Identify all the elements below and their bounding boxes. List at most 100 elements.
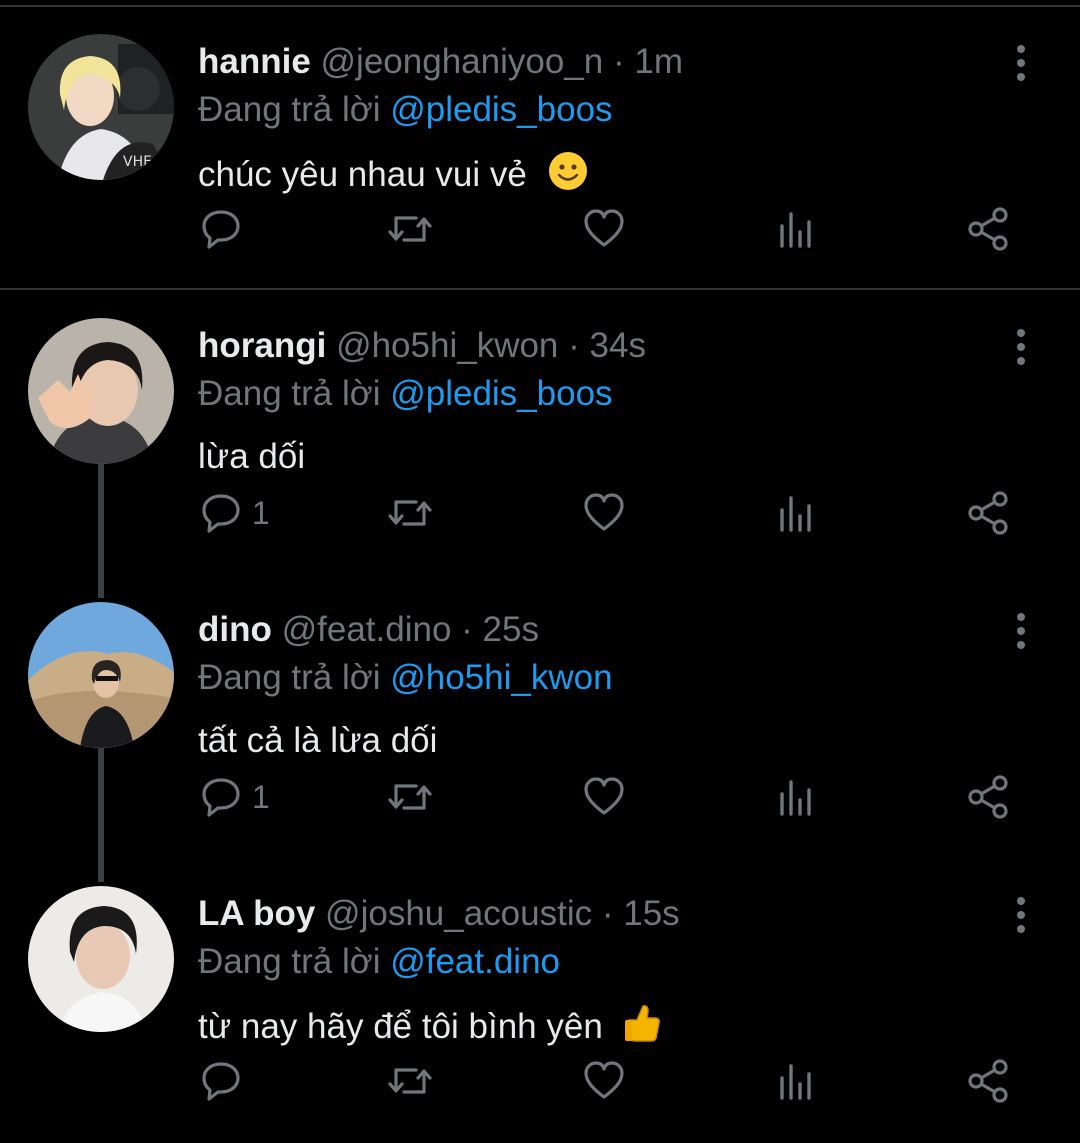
tweet-text: lừa dối bbox=[198, 434, 305, 480]
like-button[interactable] bbox=[582, 206, 626, 252]
reply-button[interactable]: 1 bbox=[200, 490, 270, 536]
tweet-text-content: tất cả là lừa dối bbox=[198, 721, 438, 760]
tweet-hannie[interactable]: VHE hannie @jeonghaniyoo_n · 1m Đang trả… bbox=[0, 10, 1080, 290]
like-button[interactable] bbox=[582, 490, 626, 536]
svg-text:VHE: VHE bbox=[123, 154, 152, 170]
retweet-icon bbox=[388, 500, 432, 526]
username[interactable]: @feat.dino bbox=[282, 610, 452, 649]
share-button[interactable] bbox=[966, 774, 1012, 820]
more-options-icon[interactable] bbox=[1006, 328, 1036, 368]
smiling-face-icon bbox=[547, 150, 589, 204]
timestamp[interactable]: 25s bbox=[483, 610, 539, 649]
share-icon bbox=[968, 775, 1008, 819]
share-button[interactable] bbox=[966, 206, 1012, 252]
avatar[interactable] bbox=[28, 602, 174, 748]
action-bar bbox=[0, 1058, 1080, 1104]
tweet-dino[interactable]: dino @feat.dino · 25s Đang trả lời @ho5h… bbox=[0, 578, 1080, 858]
timestamp[interactable]: 15s bbox=[623, 894, 679, 933]
reply-count: 1 bbox=[252, 494, 270, 531]
display-name[interactable]: hannie bbox=[198, 42, 311, 81]
top-divider bbox=[0, 5, 1080, 7]
separator-dot: · bbox=[461, 610, 473, 649]
replying-to: Đang trả lời @ho5hi_kwon bbox=[198, 656, 613, 700]
avatar[interactable]: VHE bbox=[28, 34, 174, 180]
analytics-icon bbox=[780, 780, 811, 816]
reply-button[interactable] bbox=[200, 206, 252, 252]
username[interactable]: @joshu_acoustic bbox=[325, 894, 592, 933]
share-icon bbox=[968, 207, 1008, 251]
thumbs-up-icon bbox=[623, 1002, 661, 1056]
replying-to: Đang trả lời @pledis_boos bbox=[198, 372, 613, 416]
display-name[interactable]: dino bbox=[198, 610, 272, 649]
more-options-icon[interactable] bbox=[1006, 612, 1036, 652]
share-icon bbox=[968, 491, 1008, 535]
reply-icon bbox=[202, 494, 240, 533]
reply-mention[interactable]: @ho5hi_kwon bbox=[390, 658, 612, 697]
action-bar bbox=[0, 206, 1080, 252]
reply-icon bbox=[202, 778, 240, 817]
retweet-button[interactable] bbox=[386, 774, 434, 820]
retweet-button[interactable] bbox=[386, 1058, 434, 1104]
retweet-button[interactable] bbox=[386, 490, 434, 536]
analytics-icon bbox=[780, 1064, 811, 1100]
tweet-header: hannie @jeonghaniyoo_n · 1m bbox=[198, 40, 683, 84]
replying-to: Đang trả lời @feat.dino bbox=[198, 940, 560, 984]
analytics-button[interactable] bbox=[776, 774, 816, 820]
retweet-icon bbox=[388, 216, 432, 242]
username[interactable]: @jeonghaniyoo_n bbox=[321, 42, 604, 81]
share-button[interactable] bbox=[966, 1058, 1012, 1104]
replying-to: Đang trả lời @pledis_boos bbox=[198, 88, 613, 132]
reply-mention[interactable]: @feat.dino bbox=[390, 942, 560, 981]
heart-icon bbox=[584, 209, 624, 247]
tweet-header: horangi @ho5hi_kwon · 34s bbox=[198, 324, 646, 368]
tweet-header: dino @feat.dino · 25s bbox=[198, 608, 539, 652]
tweet-text: tất cả là lừa dối bbox=[198, 718, 437, 764]
analytics-button[interactable] bbox=[776, 1058, 816, 1104]
like-button[interactable] bbox=[582, 1058, 626, 1104]
heart-icon bbox=[584, 1061, 624, 1099]
analytics-button[interactable] bbox=[776, 206, 816, 252]
like-button[interactable] bbox=[582, 774, 626, 820]
separator-dot: · bbox=[568, 326, 580, 365]
timestamp[interactable]: 34s bbox=[590, 326, 646, 365]
retweet-icon bbox=[388, 784, 432, 810]
tweet-divider bbox=[0, 288, 1080, 290]
tweet-text-content: từ nay hãy để tôi bình yên bbox=[198, 1007, 603, 1046]
tweet-header: LA boy @joshu_acoustic · 15s bbox=[198, 892, 680, 936]
reply-button[interactable] bbox=[200, 1058, 252, 1104]
action-bar: 1 bbox=[0, 490, 1080, 536]
reply-prefix: Đang trả lời bbox=[198, 658, 381, 697]
tweet-text-content: chúc yêu nhau vui vẻ bbox=[198, 155, 527, 194]
separator-dot: · bbox=[601, 894, 614, 933]
reply-icon bbox=[202, 210, 240, 249]
analytics-button[interactable] bbox=[776, 490, 816, 536]
tweet-text: từ nay hãy để tôi bình yên bbox=[198, 1002, 661, 1056]
retweet-button[interactable] bbox=[386, 206, 434, 252]
separator-dot: · bbox=[612, 42, 625, 81]
display-name[interactable]: LA boy bbox=[198, 894, 315, 933]
avatar[interactable] bbox=[28, 318, 174, 464]
retweet-icon bbox=[388, 1068, 432, 1094]
reply-prefix: Đang trả lời bbox=[198, 942, 381, 981]
reply-count: 1 bbox=[252, 778, 270, 815]
share-button[interactable] bbox=[966, 490, 1012, 536]
reply-prefix: Đang trả lời bbox=[198, 90, 381, 129]
reply-prefix: Đang trả lời bbox=[198, 374, 381, 413]
tweet-horangi[interactable]: horangi @ho5hi_kwon · 34s Đang trả lời @… bbox=[0, 294, 1080, 574]
action-bar: 1 bbox=[0, 774, 1080, 820]
heart-icon bbox=[584, 493, 624, 531]
reply-button[interactable]: 1 bbox=[200, 774, 270, 820]
more-options-icon[interactable] bbox=[1006, 896, 1036, 936]
share-icon bbox=[968, 1059, 1008, 1103]
display-name[interactable]: horangi bbox=[198, 326, 326, 365]
timestamp[interactable]: 1m bbox=[634, 42, 683, 81]
reply-mention[interactable]: @pledis_boos bbox=[390, 90, 612, 129]
tweet-la-boy[interactable]: LA boy @joshu_acoustic · 15s Đang trả lờ… bbox=[0, 862, 1080, 1142]
more-options-icon[interactable] bbox=[1006, 44, 1036, 84]
reply-mention[interactable]: @pledis_boos bbox=[390, 374, 612, 413]
heart-icon bbox=[584, 777, 624, 815]
analytics-icon bbox=[780, 496, 811, 532]
reply-icon bbox=[202, 1062, 240, 1101]
username[interactable]: @ho5hi_kwon bbox=[336, 326, 558, 365]
avatar[interactable] bbox=[28, 886, 174, 1032]
